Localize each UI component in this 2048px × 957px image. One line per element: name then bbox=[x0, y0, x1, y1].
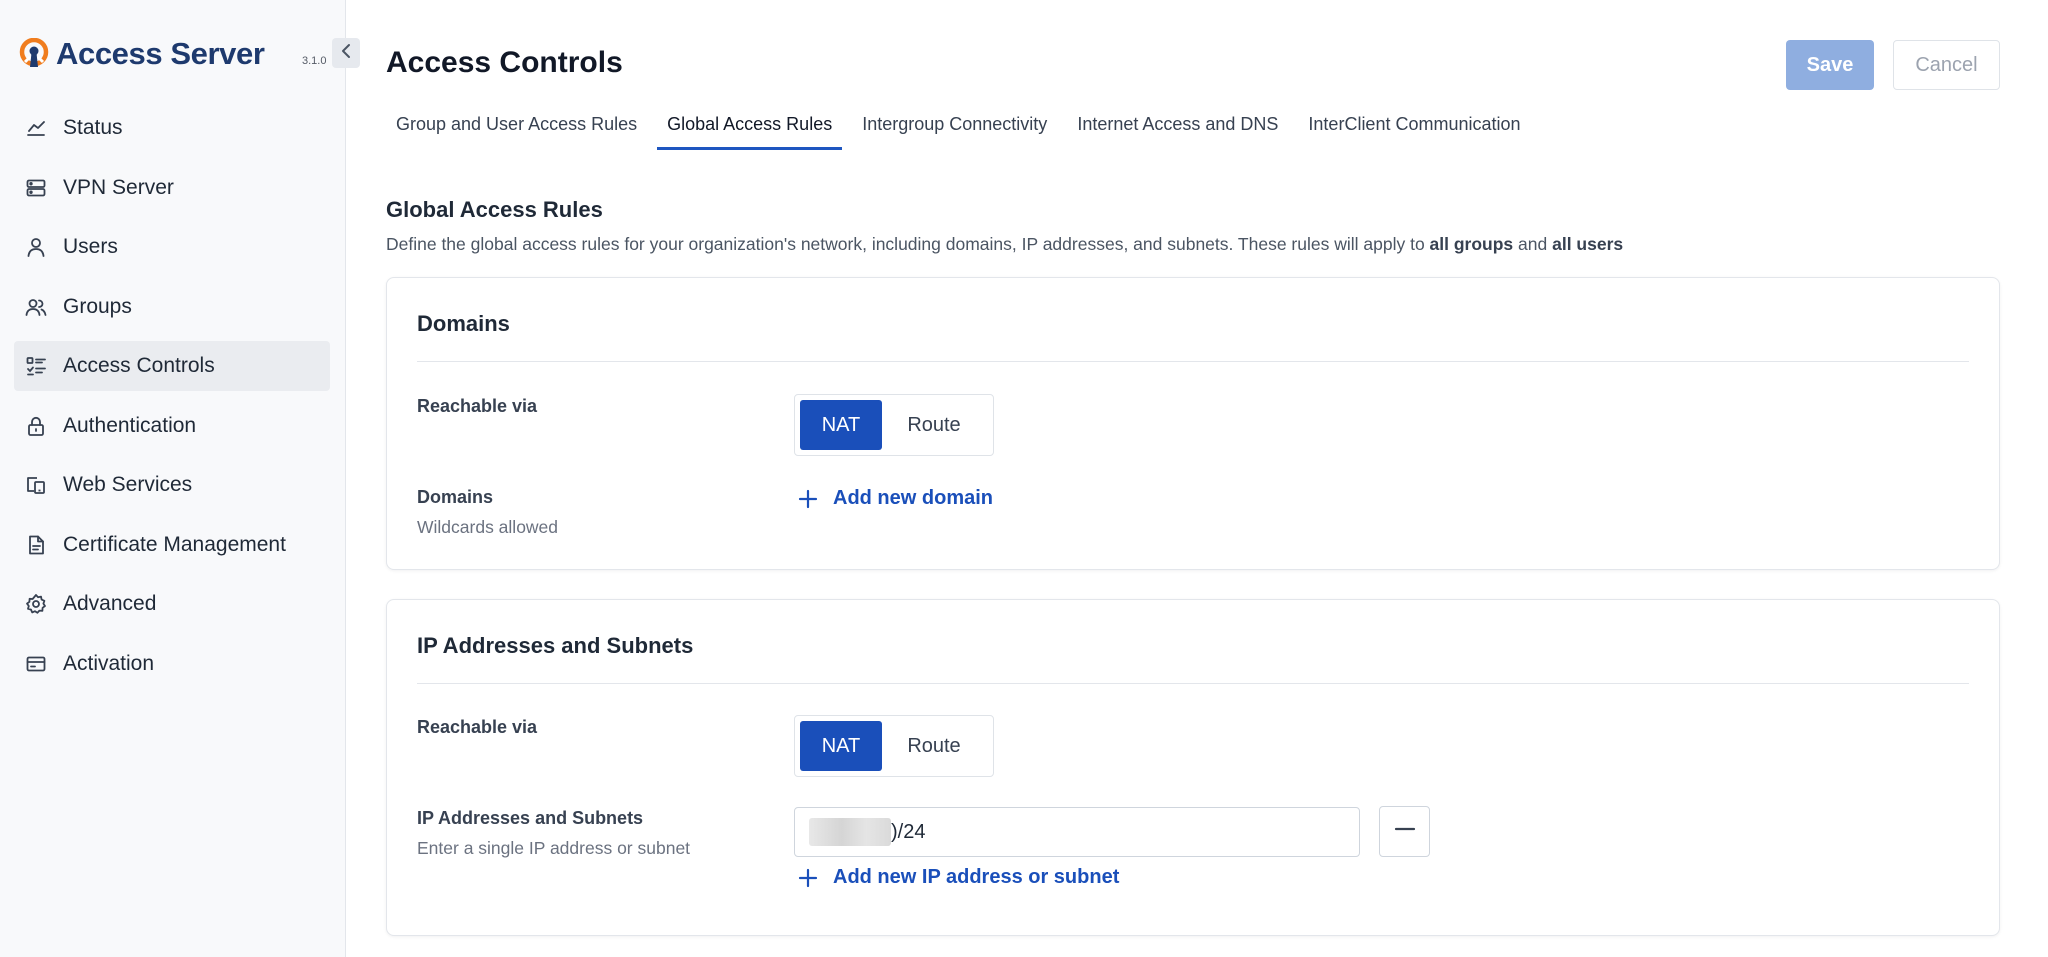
devices-icon bbox=[24, 473, 48, 497]
reachable-via-label: Reachable via bbox=[417, 717, 538, 737]
sidebar-item-label: Status bbox=[63, 116, 123, 139]
domains-label: Domains bbox=[417, 487, 494, 507]
add-new-ip-label: Add new IP address or subnet bbox=[833, 866, 1120, 888]
sidebar-item-vpn-server[interactable]: VPN Server bbox=[14, 163, 330, 213]
ip-reachable-toggle: NAT Route bbox=[794, 715, 994, 777]
tab-interclient-communication[interactable]: InterClient Communication bbox=[1298, 110, 1530, 150]
ip-address-input[interactable]: )/24 bbox=[794, 807, 1360, 857]
sidebar-item-label: Advanced bbox=[63, 592, 157, 615]
domains-help: Wildcards allowed bbox=[417, 517, 559, 537]
document-icon bbox=[24, 533, 48, 557]
tab-internet-access-and-dns[interactable]: Internet Access and DNS bbox=[1067, 110, 1288, 150]
app-root: Access Server 3.1.0 Status VPN Server Us… bbox=[0, 0, 2048, 957]
main-content: Access Controls Save Cancel Group and Us… bbox=[346, 0, 2048, 957]
cancel-button[interactable]: Cancel bbox=[1893, 40, 2000, 90]
desc-text: and bbox=[1513, 234, 1553, 254]
sidebar-item-users[interactable]: Users bbox=[14, 222, 330, 272]
toggle-option-route[interactable]: Route bbox=[882, 400, 986, 450]
sidebar-item-label: Users bbox=[63, 235, 118, 258]
gear-icon bbox=[24, 592, 48, 616]
ip-addresses-help: Enter a single IP address or subnet bbox=[417, 838, 691, 858]
ip-address-value: )/24 bbox=[891, 820, 926, 843]
sidebar-nav: Status VPN Server Users Groups Access Co… bbox=[14, 103, 330, 698]
plus-icon bbox=[797, 867, 819, 889]
brand-name: Access Server bbox=[56, 36, 265, 71]
sidebar-item-status[interactable]: Status bbox=[14, 103, 330, 153]
sidebar-item-label: Web Services bbox=[63, 473, 193, 496]
sidebar-item-label: Authentication bbox=[63, 413, 197, 437]
card-title: IP Addresses and Subnets bbox=[417, 633, 694, 658]
tab-group-and-user-access-rules[interactable]: Group and User Access Rules bbox=[386, 110, 647, 150]
domains-reachable-toggle: NAT Route bbox=[794, 394, 994, 456]
sidebar-item-access-controls[interactable]: Access Controls bbox=[14, 341, 330, 391]
sidebar-item-web-services[interactable]: Web Services bbox=[14, 460, 330, 510]
sidebar-item-advanced[interactable]: Advanced bbox=[14, 579, 330, 629]
collapse-sidebar-button[interactable] bbox=[332, 38, 360, 68]
ip-addresses-label: IP Addresses and Subnets bbox=[417, 808, 644, 828]
page-title: Access Controls bbox=[386, 46, 623, 79]
brand[interactable]: Access Server bbox=[18, 36, 265, 72]
openvpn-logo-icon bbox=[18, 37, 50, 70]
sidebar-item-label: Access Controls bbox=[63, 354, 215, 377]
tab-intergroup-connectivity[interactable]: Intergroup Connectivity bbox=[852, 110, 1057, 150]
domains-card: Domains Reachable via NAT Route Domains … bbox=[386, 277, 2000, 570]
sidebar-item-activation[interactable]: Activation bbox=[14, 639, 330, 689]
minus-icon bbox=[1394, 818, 1416, 845]
sidebar-item-certificate-management[interactable]: Certificate Management bbox=[14, 520, 330, 570]
server-icon bbox=[24, 176, 48, 200]
remove-ip-button[interactable] bbox=[1379, 806, 1430, 857]
section-description: Define the global access rules for your … bbox=[386, 234, 1623, 255]
save-button[interactable]: Save bbox=[1786, 40, 1874, 90]
chart-line-icon bbox=[24, 116, 48, 140]
card-title: Domains bbox=[417, 311, 510, 336]
sidebar: Access Server 3.1.0 Status VPN Server Us… bbox=[0, 0, 360, 957]
version-label: 3.1.0 bbox=[302, 55, 327, 67]
add-new-domain-button[interactable]: Add new domain bbox=[797, 487, 993, 510]
toggle-option-nat[interactable]: NAT bbox=[800, 721, 882, 771]
credit-card-icon bbox=[24, 652, 48, 676]
toggle-option-nat[interactable]: NAT bbox=[800, 400, 882, 450]
users-icon bbox=[24, 295, 48, 319]
plus-icon bbox=[797, 488, 819, 510]
sidebar-item-label: Activation bbox=[63, 651, 155, 675]
divider bbox=[417, 361, 1969, 362]
desc-text: Define the global access rules for your … bbox=[386, 234, 1430, 254]
sidebar-item-groups[interactable]: Groups bbox=[14, 282, 330, 332]
sidebar-item-label: VPN Server bbox=[63, 175, 174, 199]
sidebar-item-label: Groups bbox=[63, 294, 132, 318]
sidebar-item-authentication[interactable]: Authentication bbox=[14, 401, 330, 451]
toggle-option-route[interactable]: Route bbox=[882, 721, 986, 771]
section-title: Global Access Rules bbox=[386, 197, 603, 222]
list-checks-icon bbox=[24, 354, 48, 378]
redacted-mask bbox=[809, 818, 891, 846]
desc-all-groups: all groups bbox=[1429, 234, 1514, 254]
ip-addresses-card: IP Addresses and Subnets Reachable via N… bbox=[386, 599, 2000, 936]
tab-bar: Group and User Access Rules Global Acces… bbox=[386, 110, 1541, 150]
tab-global-access-rules[interactable]: Global Access Rules bbox=[657, 110, 843, 150]
sidebar-item-label: Certificate Management bbox=[63, 532, 286, 556]
add-new-domain-label: Add new domain bbox=[833, 487, 993, 509]
user-icon bbox=[24, 235, 48, 259]
divider bbox=[417, 683, 1969, 684]
lock-icon bbox=[24, 414, 48, 438]
chevron-left-icon bbox=[340, 43, 352, 64]
reachable-via-label: Reachable via bbox=[417, 396, 538, 416]
desc-all-users: all users bbox=[1552, 234, 1624, 254]
add-new-ip-button[interactable]: Add new IP address or subnet bbox=[797, 866, 1119, 889]
